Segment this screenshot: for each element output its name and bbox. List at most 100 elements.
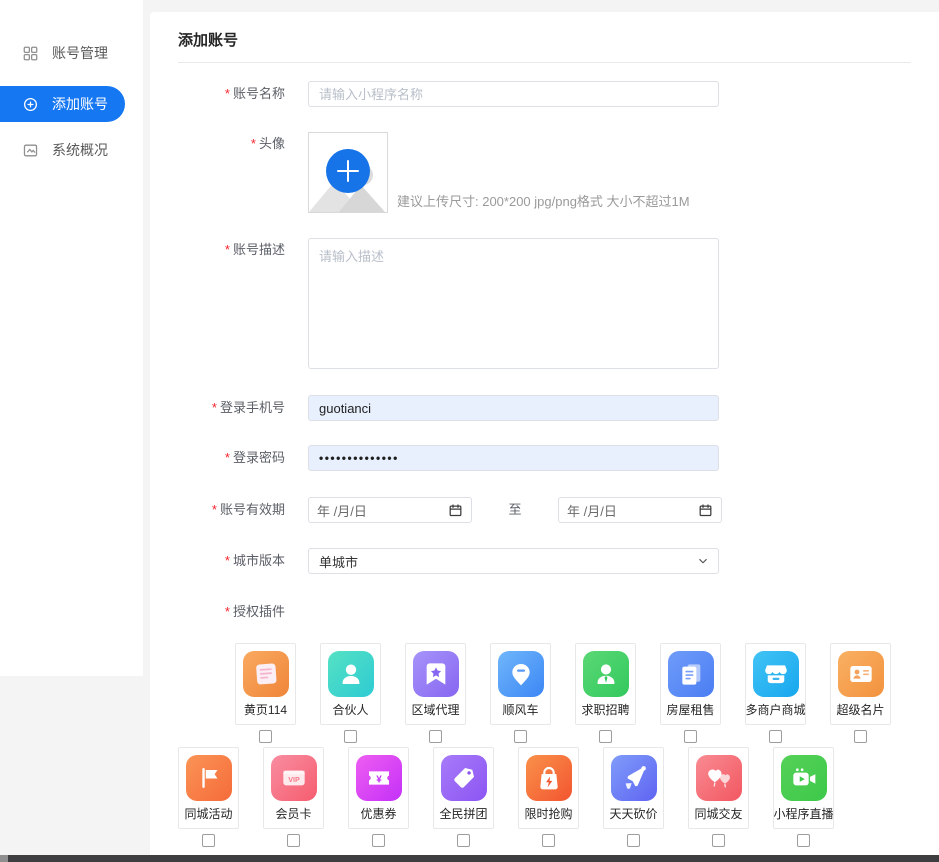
plugin-item: 顺风车 [490,643,551,743]
required-asterisk: * [225,553,230,568]
plugin-label: 天天砍价 [609,807,657,821]
plugin-card: 区域代理 [405,643,466,725]
horizontal-scrollbar[interactable] [0,855,939,862]
sidebar-item-label: 系统概况 [52,140,108,160]
city-version-select[interactable]: 单城市 [308,548,719,574]
plugin-grid-row-1: 黄页114 合伙人 区域代理 顺风车 求职招聘 房 [235,643,911,743]
shopping-bag-bolt-icon [526,755,572,801]
plugin-checkbox[interactable] [344,730,357,743]
partner-person-icon [328,651,374,697]
plugin-card: 同城交友 [688,747,749,829]
validity-start-date-input[interactable]: 年 /月/日 [308,497,472,523]
plugin-checkbox[interactable] [769,730,782,743]
avatar-label: *头像 [178,132,285,152]
plugin-card: 房屋租售 [660,643,721,725]
phone-input[interactable] [308,395,719,421]
plugin-label: 限时抢购 [524,807,572,821]
plugin-checkbox[interactable] [287,834,300,847]
plus-circle-icon [22,96,39,113]
validity-end-date-input[interactable]: 年 /月/日 [558,497,722,523]
city-version-value: 单城市 [319,552,358,571]
plugin-label: 同城活动 [184,807,232,821]
plugins-label: *授权插件 [178,604,285,620]
calendar-icon [698,503,713,518]
account-name-input[interactable] [308,81,719,107]
date-placeholder: 年 /月/日 [567,501,617,520]
date-placeholder: 年 /月/日 [317,501,367,520]
horizontal-scrollbar-thumb[interactable] [0,855,8,862]
plugin-label: 同城交友 [694,807,742,821]
documents-icon [668,651,714,697]
plugin-checkbox[interactable] [599,730,612,743]
plugin-label: 区域代理 [411,703,459,717]
avatar-upload-box[interactable] [308,132,388,213]
plugin-checkbox[interactable] [429,730,442,743]
plugin-item: 天天砍价 [603,747,664,847]
svg-text:¥: ¥ [376,775,382,786]
plugin-label: 合伙人 [332,703,368,717]
account-name-label: *账号名称 [178,81,285,107]
plugin-checkbox[interactable] [457,834,470,847]
plugin-item: ¥ 优惠券 [348,747,409,847]
image-icon [22,142,39,159]
plugin-label: 求职招聘 [581,703,629,717]
calendar-icon [448,503,463,518]
phone-label: *登录手机号 [178,395,285,421]
plugin-checkbox[interactable] [854,730,867,743]
plugin-card: 顺风车 [490,643,551,725]
plugin-card: 合伙人 [320,643,381,725]
megaphone-icon [611,755,657,801]
sidebar-item-system-overview[interactable]: 系统概况 [0,132,143,168]
plugin-card: 全民拼团 [433,747,494,829]
person-tie-icon [583,651,629,697]
grid-icon [22,45,39,62]
sidebar-item-label: 账号管理 [52,43,108,63]
divider [178,62,911,63]
sidebar-item-account-management[interactable]: 账号管理 [0,35,143,71]
required-asterisk: * [251,136,256,151]
plugin-checkbox[interactable] [514,730,527,743]
plus-circle-icon [326,149,370,193]
plugin-item: 黄页114 [235,643,296,743]
sidebar-item-add-account[interactable]: 添加账号 [0,86,125,122]
plugin-checkbox[interactable] [542,834,555,847]
plugin-checkbox[interactable] [202,834,215,847]
plugin-item: 同城交友 [688,747,749,847]
bookmark-star-icon [413,651,459,697]
vip-card-icon: VIP [271,755,317,801]
plugin-label: 房屋租售 [666,703,714,717]
main-content-card: 添加账号 *账号名称 *头像 建议上传尺寸: 200*200 jpg/png格式… [150,12,939,862]
plugin-checkbox[interactable] [797,834,810,847]
flag-icon [186,755,232,801]
plugin-item: 合伙人 [320,643,381,743]
plugin-label: 多商户商城 [746,703,806,717]
city-version-label: *城市版本 [178,548,285,574]
password-input[interactable] [308,445,719,471]
plugin-item: 超级名片 [830,643,891,743]
password-label: *登录密码 [178,445,285,471]
plugin-checkbox[interactable] [627,834,640,847]
plugin-card: 小程序直播 [773,747,834,829]
plugin-item: VIP 会员卡 [263,747,324,847]
plugin-card: 限时抢购 [518,747,579,829]
plugin-label: 黄页114 [244,703,287,717]
plugin-checkbox[interactable] [684,730,697,743]
video-camera-icon [781,755,827,801]
plugin-card: 同城活动 [178,747,239,829]
plugin-card: 天天砍价 [603,747,664,829]
required-asterisk: * [225,86,230,101]
chevron-down-icon [696,554,710,568]
plugin-checkbox[interactable] [712,834,725,847]
plugin-item: 求职招聘 [575,643,636,743]
plugin-checkbox[interactable] [259,730,272,743]
plugin-label: 全民拼团 [439,807,487,821]
plugin-label: 超级名片 [836,703,884,717]
svg-text:VIP: VIP [288,775,300,784]
required-asterisk: * [225,604,230,619]
required-asterisk: * [212,400,217,415]
location-pin-icon [498,651,544,697]
plugin-card: 黄页114 [235,643,296,725]
description-textarea[interactable] [308,238,719,369]
plugin-checkbox[interactable] [372,834,385,847]
plugin-item: 同城活动 [178,747,239,847]
